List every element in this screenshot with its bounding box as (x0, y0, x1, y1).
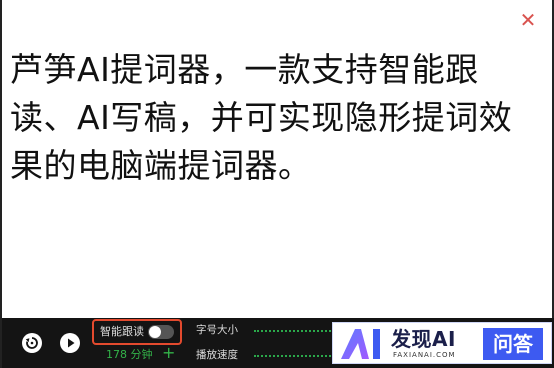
speed-label: 播放速度 (196, 349, 238, 361)
smart-follow-label: 智能跟读 (100, 325, 144, 338)
teleprompter-window: ✕ 芦笋AI提词器，一款支持智能跟读、AI写稿，并可实现隐形提词效果的电脑端提词… (0, 0, 554, 368)
smart-follow-control: 智能跟读 (92, 319, 182, 345)
play-button[interactable] (60, 333, 80, 353)
close-icon[interactable]: ✕ (518, 10, 538, 30)
toggle-knob (149, 326, 161, 338)
watermark-domain: FAXIANAI.COM (393, 351, 456, 359)
restart-icon (25, 337, 38, 349)
smart-follow-toggle[interactable] (148, 325, 174, 339)
prompt-text: 芦笋AI提词器，一款支持智能跟读、AI写稿，并可实现隐形提词效果的电脑端提词器。 (10, 50, 513, 185)
watermark: 发现AI FAXIANAI.COM 问答 (332, 322, 552, 364)
watermark-brand: 发现AI (391, 327, 456, 351)
font-size-slider[interactable] (254, 330, 334, 332)
speed-slider[interactable] (254, 355, 334, 357)
play-icon (68, 338, 75, 348)
restart-button[interactable] (22, 333, 42, 353)
font-size-label: 字号大小 (196, 324, 238, 336)
watermark-qa-badge: 问答 (483, 328, 543, 360)
add-time-button[interactable]: + (162, 345, 175, 361)
duration-readout: 178 分钟 (106, 348, 153, 361)
watermark-logo (341, 329, 380, 359)
